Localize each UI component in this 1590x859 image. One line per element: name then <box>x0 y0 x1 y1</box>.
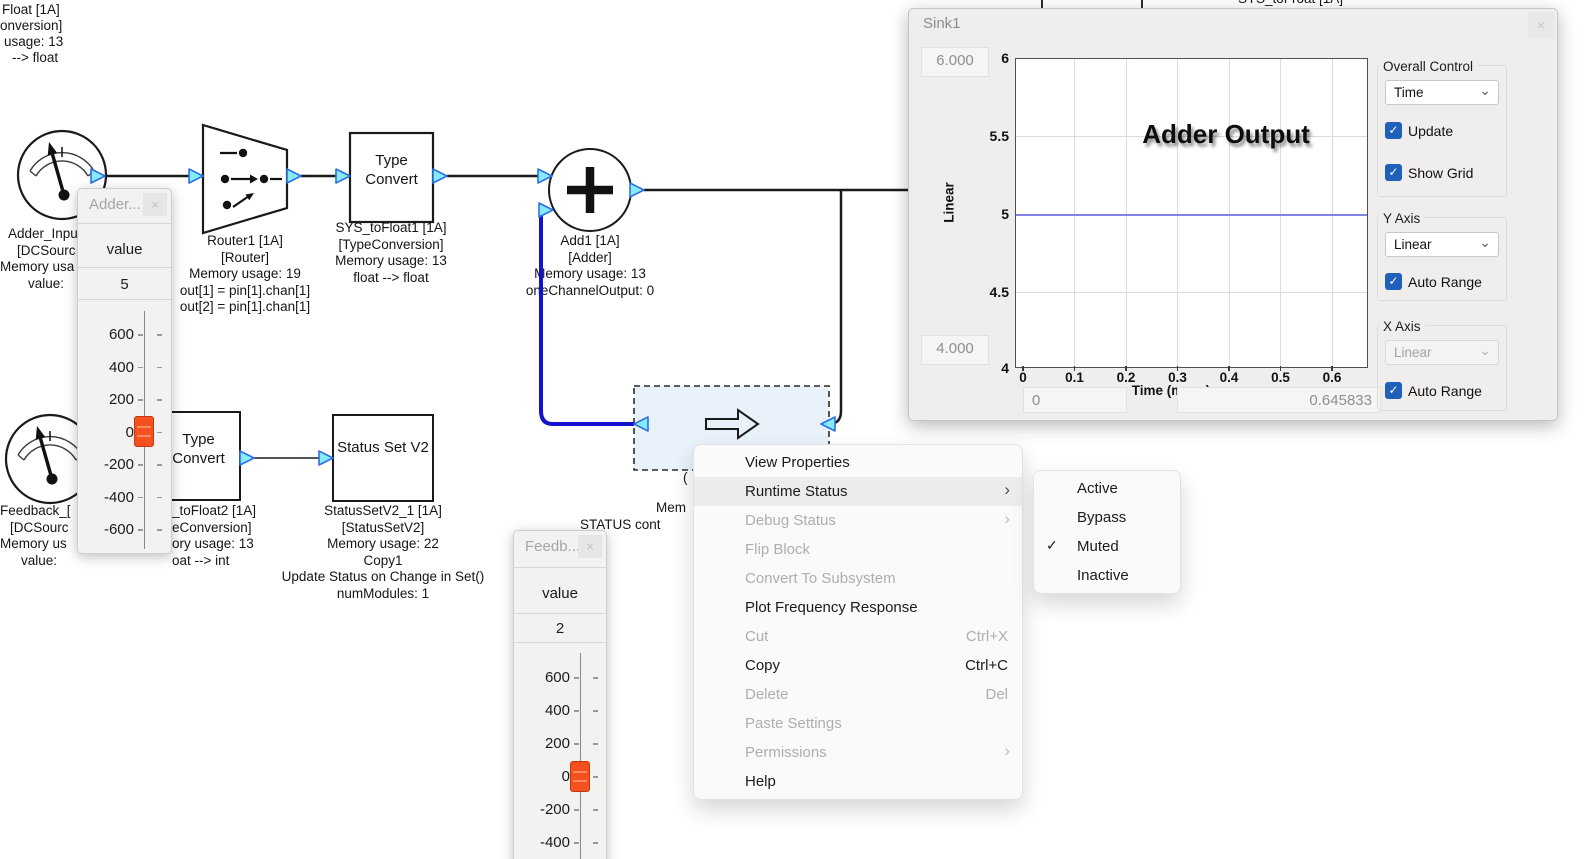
slider-tick: -200 <box>514 801 606 818</box>
submenu-item-inactive[interactable]: Inactive <box>1034 561 1180 590</box>
submenu-item-muted[interactable]: ✓Muted <box>1034 532 1180 561</box>
shortcut-label: Ctrl+C <box>965 657 1008 674</box>
menu-item-convert-to-subsystem: Convert To Subsystem <box>694 564 1022 593</box>
shortcut-label: Del <box>985 686 1008 703</box>
menu-item-help[interactable]: Help <box>694 767 1022 796</box>
panel-title[interactable]: Feedb... <box>525 538 580 555</box>
menu-item-permissions: Permissions› <box>694 738 1022 767</box>
runtime-status-submenu: Active Bypass ✓Muted Inactive <box>1033 470 1181 594</box>
slider-tick: -200 <box>78 456 171 473</box>
slider-handle[interactable] <box>134 416 154 447</box>
input-pin[interactable] <box>189 169 203 183</box>
y-axis-scale-label: Linear <box>942 171 957 235</box>
update-checkbox-label[interactable]: Update <box>1408 123 1453 139</box>
block-diagram-canvas[interactable]: Float [1A] onversion] usage: 13 --> floa… <box>0 0 1590 859</box>
x-scale-dropdown: Linear⌄ <box>1385 340 1499 365</box>
menu-item-flip-block: Flip Block <box>694 535 1022 564</box>
x-max-readout: 0.645833 <box>1177 387 1381 413</box>
output-pin[interactable] <box>287 169 301 183</box>
wire-adder-to-feedback-block[interactable] <box>829 190 841 424</box>
y-auto-range-label[interactable]: Auto Range <box>1408 274 1482 290</box>
status-set-block[interactable] <box>333 415 433 501</box>
plot-area: Adder Output <box>1015 58 1368 368</box>
sink1-window[interactable]: Sink1 × 6.000 4.000 Linear Adder Output … <box>908 8 1558 421</box>
status-set-label: Status Set V2 <box>333 438 433 457</box>
chevron-down-icon: ⌄ <box>1479 231 1491 254</box>
submenu-arrow-icon: › <box>1004 741 1010 761</box>
panel-title[interactable]: Adder... <box>89 196 141 213</box>
menu-item-delete: DeleteDel <box>694 680 1022 709</box>
x-auto-range-label[interactable]: Auto Range <box>1408 383 1482 399</box>
slider-tick: 600 <box>78 326 171 343</box>
group-label: Y Axis <box>1379 211 1424 226</box>
slider-tick: -600 <box>78 521 171 538</box>
group-label: X Axis <box>1379 319 1425 334</box>
output-pin[interactable] <box>240 451 254 465</box>
submenu-item-bypass[interactable]: Bypass <box>1034 503 1180 532</box>
menu-item-plot-frequency-response[interactable]: Plot Frequency Response <box>694 593 1022 622</box>
window-title[interactable]: Sink1 <box>923 15 961 32</box>
menu-item-view-properties[interactable]: View Properties <box>694 448 1022 477</box>
y-tick: 5.5 <box>965 128 1009 144</box>
y-scale-dropdown[interactable]: Linear⌄ <box>1385 232 1499 257</box>
slider-tick: 0 <box>78 424 171 441</box>
shortcut-label: Ctrl+X <box>966 628 1008 645</box>
input-pin[interactable] <box>336 169 350 183</box>
menu-item-paste-settings: Paste Settings <box>694 709 1022 738</box>
type-convert1-label: Type Convert <box>350 151 433 189</box>
time-mode-dropdown[interactable]: Time⌄ <box>1385 80 1499 105</box>
context-menu: View Properties Runtime Status› Debug St… <box>693 444 1023 800</box>
output-pin[interactable] <box>630 183 644 197</box>
wire-feedback-to-adder-blue[interactable] <box>541 211 636 424</box>
menu-item-copy[interactable]: CopyCtrl+C <box>694 651 1022 680</box>
close-icon[interactable]: × <box>578 535 602 558</box>
submenu-arrow-icon: › <box>1004 509 1010 529</box>
slider-tick: 400 <box>514 702 606 719</box>
value-header: value <box>514 585 606 602</box>
slider-handle[interactable] <box>570 761 590 792</box>
x-tick: 0 <box>1003 370 1043 385</box>
x-min-readout: 0 <box>1023 387 1127 413</box>
slider-tick: -400 <box>78 489 171 506</box>
x-tick: 0.6 <box>1312 370 1352 385</box>
checkmark-icon: ✓ <box>1046 537 1058 554</box>
slider-tick: 200 <box>78 391 171 408</box>
adder-slider-panel[interactable]: Adder... × value 5 600 400 200 0 -200 -4… <box>77 188 172 554</box>
show-grid-checkbox[interactable]: ✓ <box>1385 164 1402 181</box>
value-readout: 2 <box>514 620 606 637</box>
y-tick: 5 <box>965 206 1009 222</box>
submenu-item-active[interactable]: Active <box>1034 474 1180 503</box>
group-label: Overall Control <box>1379 59 1477 74</box>
show-grid-checkbox-label[interactable]: Show Grid <box>1408 165 1473 181</box>
submenu-arrow-icon: › <box>1004 480 1010 500</box>
data-line-adder-output <box>1016 214 1367 216</box>
plot-title: Adder Output <box>1056 119 1396 150</box>
value-readout: 5 <box>78 276 171 293</box>
chevron-down-icon: ⌄ <box>1479 79 1491 102</box>
feedback-slider-panel[interactable]: Feedb... × value 2 600 400 200 0 -200 -4… <box>513 530 607 859</box>
slider-tick: 600 <box>514 669 606 686</box>
output-pin[interactable] <box>433 169 447 183</box>
y-tick: 4.5 <box>965 284 1009 300</box>
close-icon[interactable]: × <box>143 193 167 216</box>
y-tick: 6 <box>965 50 1009 66</box>
slider-tick: 200 <box>514 735 606 752</box>
update-checkbox[interactable]: ✓ <box>1385 122 1402 139</box>
menu-item-cut: CutCtrl+X <box>694 622 1022 651</box>
menu-item-debug-status: Debug Status› <box>694 506 1022 535</box>
slider-tick: 400 <box>78 359 171 376</box>
value-header: value <box>78 241 171 258</box>
chevron-down-icon: ⌄ <box>1479 339 1491 362</box>
x-auto-range-checkbox[interactable]: ✓ <box>1385 382 1402 399</box>
menu-item-runtime-status[interactable]: Runtime Status› <box>694 477 1022 506</box>
input-pin[interactable] <box>319 451 333 465</box>
y-auto-range-checkbox[interactable]: ✓ <box>1385 273 1402 290</box>
slider-tick: 0 <box>514 768 606 785</box>
slider-tick: -400 <box>514 834 606 851</box>
close-icon[interactable]: × <box>1528 12 1554 38</box>
